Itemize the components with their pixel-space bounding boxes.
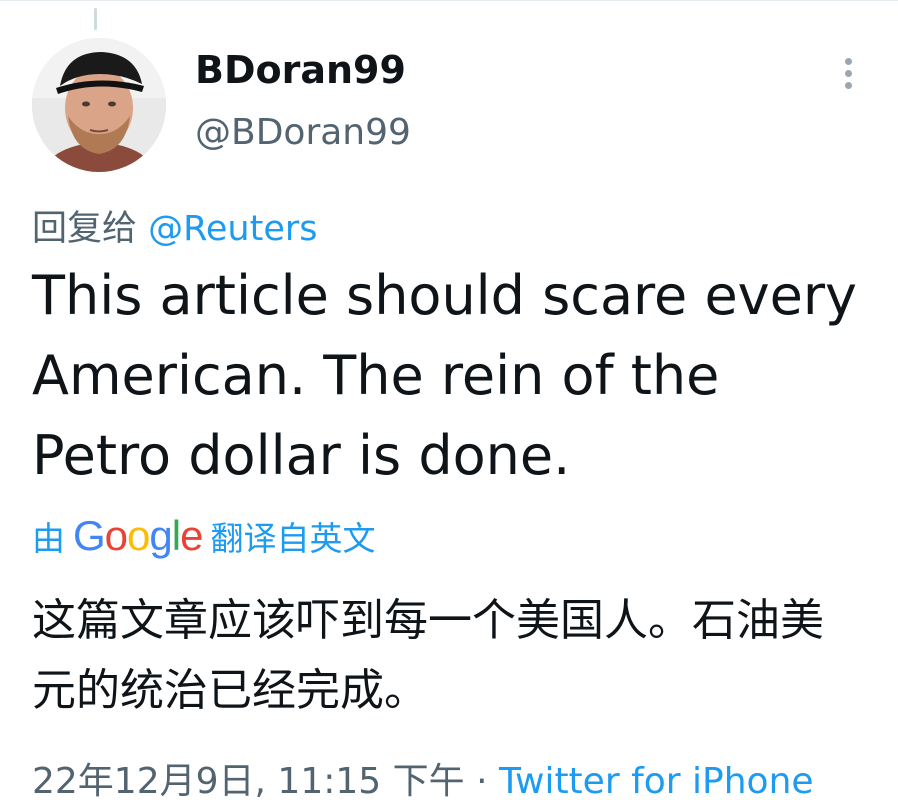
avatar[interactable] xyxy=(32,38,166,172)
translation-suffix: 翻译自英文 xyxy=(210,519,376,558)
more-dot xyxy=(844,58,852,65)
reply-prefix: 回复给 xyxy=(32,209,138,249)
tweet-meta: 22年12月9日, 11:15 下午 · Twitter for iPhone xyxy=(32,752,814,800)
more-dot xyxy=(844,70,852,77)
tweet-detail: BDoran99 @BDoran99 回复给 @Reuters This art… xyxy=(0,0,898,800)
avatar-image xyxy=(32,38,166,172)
translation-attribution[interactable]: 由 Google 翻译自英文 xyxy=(32,512,375,560)
translation-prefix: 由 xyxy=(32,519,65,558)
source-link[interactable]: Twitter for iPhone xyxy=(499,761,814,800)
reply-context: 回复给 @Reuters xyxy=(32,200,318,251)
more-vertical-icon[interactable] xyxy=(836,58,860,98)
more-dot xyxy=(844,82,852,89)
user-handle[interactable]: @BDoran99 xyxy=(195,112,411,153)
reply-mention-link[interactable]: @Reuters xyxy=(148,209,317,249)
tweet-text: This article should scare every American… xyxy=(32,264,858,487)
translated-text: 这篇文章应该吓到每一个美国人。石油美元的统治已经完成。 xyxy=(32,595,824,716)
display-name[interactable]: BDoran99 xyxy=(195,48,406,92)
google-logo: Google xyxy=(73,512,203,559)
thread-connector-line xyxy=(94,8,97,30)
timestamp[interactable]: 22年12月9日, 11:15 下午 xyxy=(32,761,465,800)
meta-separator: · xyxy=(476,761,488,800)
top-divider xyxy=(0,0,898,1)
